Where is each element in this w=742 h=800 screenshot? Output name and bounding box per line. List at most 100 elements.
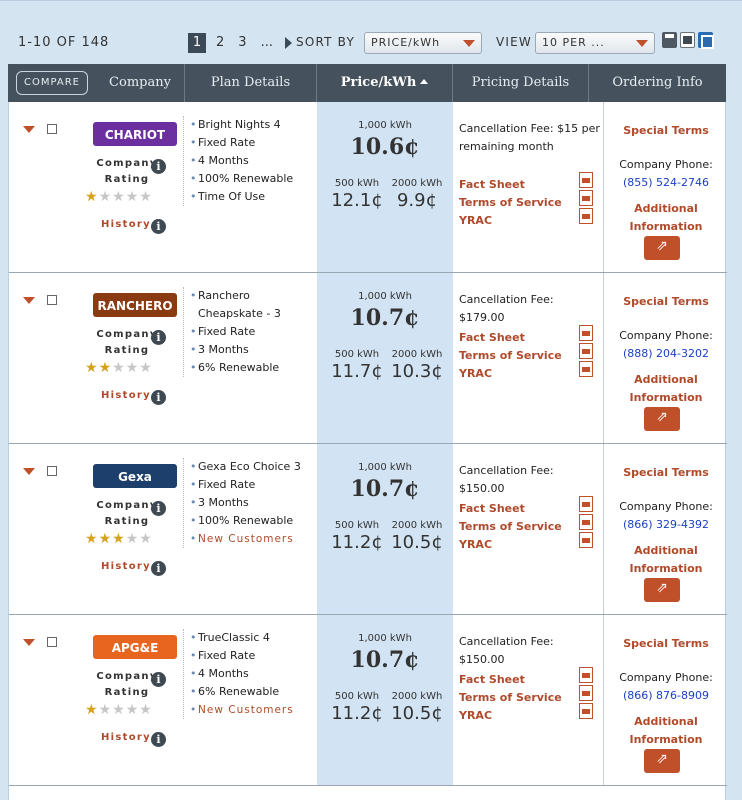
pdf-icon[interactable] <box>579 361 593 377</box>
terms-of-service-link[interactable]: Terms of Service <box>459 691 562 704</box>
page-ellipsis[interactable]: ... <box>257 33 277 53</box>
company-phone-link[interactable]: (866) 876-8909 <box>604 689 728 702</box>
pdf-icon[interactable] <box>579 496 593 512</box>
company-phone-label: Company Phone: <box>619 500 713 513</box>
ordering-info: Special Terms Company Phone: (888) 204-320… <box>603 273 727 443</box>
information-label: Information <box>629 562 703 575</box>
compare-checkbox[interactable] <box>47 466 57 476</box>
compare-checkbox[interactable] <box>47 295 57 305</box>
page-3[interactable]: 3 <box>234 33 250 53</box>
pdf-icon[interactable] <box>579 172 593 188</box>
info-icon[interactable]: i <box>151 732 166 747</box>
plan-detail-line: 100% Renewable <box>190 512 315 530</box>
plan-detail-line: Time Of Use <box>190 188 315 206</box>
additional-information-link[interactable]: Additional Information <box>604 542 728 578</box>
price-2000-label: 2000 kWh <box>391 520 443 531</box>
fact-sheet-link[interactable]: Fact Sheet <box>459 331 525 344</box>
cancellation-fee: Cancellation Fee: $150.00 <box>459 464 554 495</box>
pricing-details: Cancellation Fee: $150.00 Fact Sheet Terms… <box>459 462 601 551</box>
info-icon[interactable]: i <box>151 330 166 345</box>
yrac-link[interactable]: YRAC <box>459 538 492 551</box>
compare-checkbox[interactable] <box>47 124 57 134</box>
pdf-icon[interactable] <box>579 325 593 341</box>
price-500-value: 12.1¢ <box>331 190 383 211</box>
pdf-icon[interactable] <box>579 190 593 206</box>
col-ordering-info[interactable]: Ordering Info <box>588 64 726 102</box>
history-link[interactable]: History <box>101 219 151 230</box>
company-phone-link[interactable]: (888) 204-3202 <box>604 347 728 360</box>
col-price-label: Price/kWh <box>340 75 417 90</box>
rating-star-icon: ★ <box>139 360 152 376</box>
rating-star-icon: ★ <box>85 360 98 376</box>
info-icon[interactable]: i <box>151 561 166 576</box>
plan-detail-line: Fixed Rate <box>190 323 315 341</box>
pdf-icon[interactable] <box>579 685 593 701</box>
info-icon[interactable]: i <box>151 390 166 405</box>
fact-sheet-link[interactable]: Fact Sheet <box>459 673 525 686</box>
special-terms-link[interactable]: Special Terms <box>604 295 728 308</box>
special-terms-link[interactable]: Special Terms <box>604 466 728 479</box>
yrac-link[interactable]: YRAC <box>459 367 492 380</box>
pdf-icon[interactable] <box>579 667 593 683</box>
history-link[interactable]: History <box>101 732 151 743</box>
plan-detail-line: Fixed Rate <box>190 134 315 152</box>
plan-detail-line[interactable]: New Customers <box>190 701 315 719</box>
info-icon[interactable]: i <box>151 159 166 174</box>
fact-sheet-link[interactable]: Fact Sheet <box>459 502 525 515</box>
next-page-icon[interactable] <box>284 37 292 49</box>
compare-checkbox[interactable] <box>47 637 57 647</box>
pdf-export-icon[interactable] <box>680 32 695 48</box>
terms-of-service-link[interactable]: Terms of Service <box>459 349 562 362</box>
col-price[interactable]: Price/kWh <box>316 64 452 102</box>
plan-row: CHARIOTCompanyRatingi★★★★★HistoryiBright… <box>9 102 727 273</box>
plan-details: Ranchero Cheapskate - 3Fixed Rate3 Month… <box>183 287 315 377</box>
plan-detail-line: 3 Months <box>190 494 315 512</box>
additional-information-link[interactable]: Additional Information <box>604 200 728 236</box>
expand-caret-icon[interactable] <box>23 468 35 475</box>
company-logo: APG&E <box>93 635 177 659</box>
compare-button[interactable]: COMPARE <box>16 71 88 95</box>
pdf-icon[interactable] <box>579 343 593 359</box>
excel-export-icon[interactable] <box>698 32 714 49</box>
external-link-icon[interactable] <box>644 407 680 431</box>
terms-of-service-link[interactable]: Terms of Service <box>459 520 562 533</box>
info-icon[interactable]: i <box>151 219 166 234</box>
plan-detail-line: 100% Renewable <box>190 170 315 188</box>
special-terms-link[interactable]: Special Terms <box>604 124 728 137</box>
info-icon[interactable]: i <box>151 672 166 687</box>
yrac-link[interactable]: YRAC <box>459 214 492 227</box>
expand-caret-icon[interactable] <box>23 639 35 646</box>
rating-star-icon: ★ <box>98 360 112 376</box>
rating-star-icon: ★ <box>85 189 98 205</box>
plan-detail-line: Fixed Rate <box>190 476 315 494</box>
pdf-icon[interactable] <box>579 514 593 530</box>
company-phone-link[interactable]: (866) 329-4392 <box>604 518 728 531</box>
external-link-icon[interactable] <box>644 578 680 602</box>
col-plan-details[interactable]: Plan Details <box>184 64 316 102</box>
col-company[interactable]: Company <box>96 64 184 102</box>
plan-detail-line[interactable]: New Customers <box>190 530 315 548</box>
expand-caret-icon[interactable] <box>23 297 35 304</box>
special-terms-link[interactable]: Special Terms <box>604 637 728 650</box>
expand-caret-icon[interactable] <box>23 126 35 133</box>
history-link[interactable]: History <box>101 390 151 401</box>
external-link-icon[interactable] <box>644 236 680 260</box>
page-2[interactable]: 2 <box>212 33 228 53</box>
external-link-icon[interactable] <box>644 749 680 773</box>
pdf-icon[interactable] <box>579 208 593 224</box>
additional-information-link[interactable]: Additional Information <box>604 713 728 749</box>
fact-sheet-link[interactable]: Fact Sheet <box>459 178 525 191</box>
yrac-link[interactable]: YRAC <box>459 709 492 722</box>
additional-information-link[interactable]: Additional Information <box>604 371 728 407</box>
page-1[interactable]: 1 <box>188 33 206 53</box>
pdf-icon[interactable] <box>579 532 593 548</box>
view-select[interactable]: 10 PER ... <box>535 32 655 54</box>
info-icon[interactable]: i <box>151 501 166 516</box>
print-icon[interactable] <box>662 32 677 48</box>
company-phone-link[interactable]: (855) 524-2746 <box>604 176 728 189</box>
col-pricing-details[interactable]: Pricing Details <box>452 64 588 102</box>
terms-of-service-link[interactable]: Terms of Service <box>459 196 562 209</box>
pdf-icon[interactable] <box>579 703 593 719</box>
history-link[interactable]: History <box>101 561 151 572</box>
sort-select[interactable]: PRICE/kWh <box>364 32 482 54</box>
